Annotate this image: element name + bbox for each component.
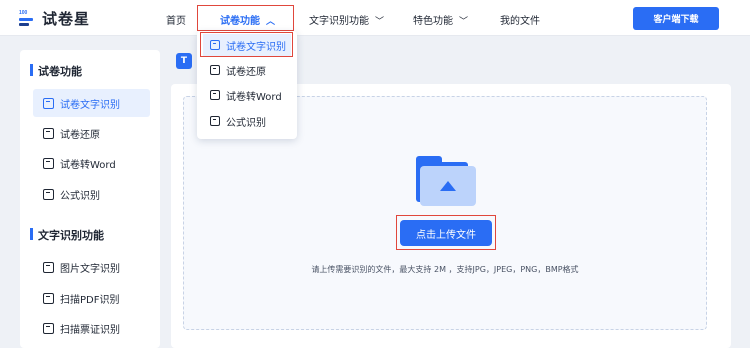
formula-icon bbox=[43, 188, 54, 200]
formula-icon bbox=[210, 116, 220, 126]
nav-highlight-frame bbox=[197, 5, 294, 31]
logo-text: 试卷星 bbox=[42, 10, 91, 28]
word-icon bbox=[43, 157, 54, 169]
nav-text-ocr-label: 文字识别功能 bbox=[309, 16, 369, 27]
upload-hint: 请上传需要识别的文件，最大支持 2M ，支持JPG，JPEG，PNG，BMP格式 bbox=[311, 265, 579, 274]
sidebar-item-image-ocr[interactable]: 图片文字识别 bbox=[33, 253, 150, 281]
nav-special-label: 特色功能 bbox=[413, 16, 453, 27]
sidebar-item-paper-ocr[interactable]: 试卷文字识别 bbox=[33, 89, 150, 117]
sidebar-item-ticket-ocr[interactable]: 扫描票证识别 bbox=[33, 314, 150, 342]
sidebar-item-label: 扫描票证识别 bbox=[60, 324, 120, 336]
sidebar-item-label: 试卷文字识别 bbox=[60, 99, 120, 111]
sidebar-item-label: 图片文字识别 bbox=[60, 263, 120, 275]
document-icon bbox=[43, 97, 54, 109]
sidebar-section-paper: 试卷功能 bbox=[30, 63, 82, 79]
text-tool-icon: T bbox=[176, 53, 192, 69]
sidebar-item-label: 公式识别 bbox=[60, 190, 100, 202]
nav-my-files[interactable]: 我的文件 bbox=[500, 12, 540, 27]
document-icon bbox=[210, 65, 220, 75]
sidebar-section-ocr: 文字识别功能 bbox=[30, 227, 104, 243]
sidebar-item-formula[interactable]: 公式识别 bbox=[33, 180, 150, 208]
dropdown-item-formula[interactable]: 公式识别 bbox=[203, 110, 291, 132]
sidebar-item-paper-to-word[interactable]: 试卷转Word bbox=[33, 149, 150, 177]
nav-special[interactable]: 特色功能 ﹀ bbox=[413, 12, 468, 27]
nav-home[interactable]: 首页 bbox=[166, 12, 186, 27]
dropdown-item-paper-to-word[interactable]: 试卷转Word bbox=[203, 84, 291, 106]
sidebar-item-label: 试卷转Word bbox=[60, 159, 116, 171]
dropdown-highlight-frame bbox=[200, 32, 293, 57]
sidebar-item-paper-restore[interactable]: 试卷还原 bbox=[33, 119, 150, 147]
chevron-down-icon: ﹀ bbox=[375, 17, 385, 27]
upload-file-button[interactable]: 点击上传文件 bbox=[400, 220, 492, 246]
sidebar: 试卷功能 试卷文字识别 试卷还原 试卷转Word 公式识别 文字识别功能 图片文… bbox=[20, 50, 160, 348]
upload-arrow-icon bbox=[440, 181, 456, 191]
image-icon bbox=[43, 261, 54, 273]
word-icon bbox=[210, 90, 220, 100]
sidebar-item-pdf-ocr[interactable]: 扫描PDF识别 bbox=[33, 284, 150, 312]
logo-icon: 100 bbox=[18, 10, 36, 28]
folder-upload-icon bbox=[416, 156, 476, 206]
dropdown-item-label: 试卷还原 bbox=[226, 66, 266, 78]
dropdown-item-label: 试卷转Word bbox=[226, 91, 282, 103]
logo[interactable]: 100 试卷星 bbox=[18, 8, 90, 29]
client-download-button[interactable]: 客户端下载 bbox=[633, 7, 719, 30]
logo-number: 100 bbox=[19, 9, 28, 16]
dropdown-item-label: 公式识别 bbox=[226, 117, 266, 129]
sidebar-item-label: 试卷还原 bbox=[60, 129, 100, 141]
pdf-icon bbox=[43, 292, 54, 304]
top-navbar: 100 试卷星 首页 试卷功能 ︿ 文字识别功能 ﹀ 特色功能 ﹀ 我的文件 客户端下… bbox=[0, 0, 750, 36]
document-icon bbox=[43, 127, 54, 139]
nav-text-ocr[interactable]: 文字识别功能 ﹀ bbox=[309, 12, 384, 27]
ticket-icon bbox=[43, 322, 54, 334]
dropdown-item-paper-restore[interactable]: 试卷还原 bbox=[203, 59, 291, 81]
sidebar-item-label: 扫描PDF识别 bbox=[60, 294, 120, 306]
chevron-down-icon: ﹀ bbox=[459, 17, 469, 27]
